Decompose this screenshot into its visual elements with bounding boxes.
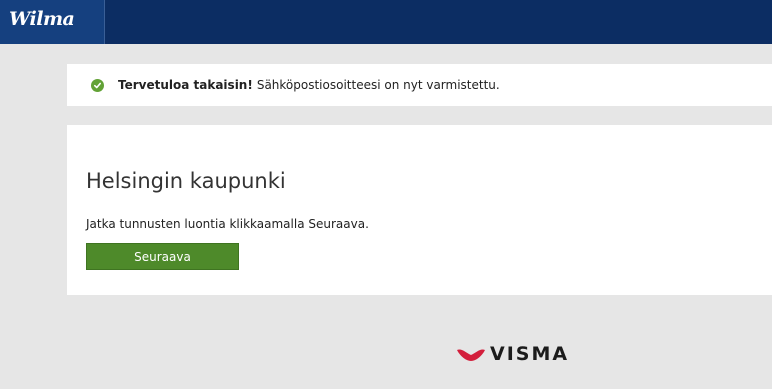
- page-title: Helsingin kaupunki: [86, 169, 286, 193]
- visma-swoosh-icon: [457, 349, 485, 361]
- notice-text: Sähköpostiosoitteesi on nyt varmistettu.: [256, 78, 500, 92]
- top-bar: Wilma: [0, 0, 772, 44]
- check-circle-icon: [91, 78, 104, 92]
- success-notice: Tervetuloa takaisin! Sähköpostiosoittees…: [67, 64, 772, 106]
- instruction-text: Jatka tunnusten luontia klikkaamalla Seu…: [86, 217, 369, 231]
- wilma-logo-text: Wilma: [9, 8, 75, 30]
- visma-logo-text: VISMA: [490, 343, 570, 365]
- main-card: Helsingin kaupunki Jatka tunnusten luont…: [67, 125, 772, 295]
- visma-logo: VISMA: [456, 343, 569, 365]
- wilma-logo[interactable]: Wilma: [0, 0, 105, 44]
- notice-title: Tervetuloa takaisin!: [118, 78, 253, 92]
- next-button[interactable]: Seuraava: [86, 243, 239, 270]
